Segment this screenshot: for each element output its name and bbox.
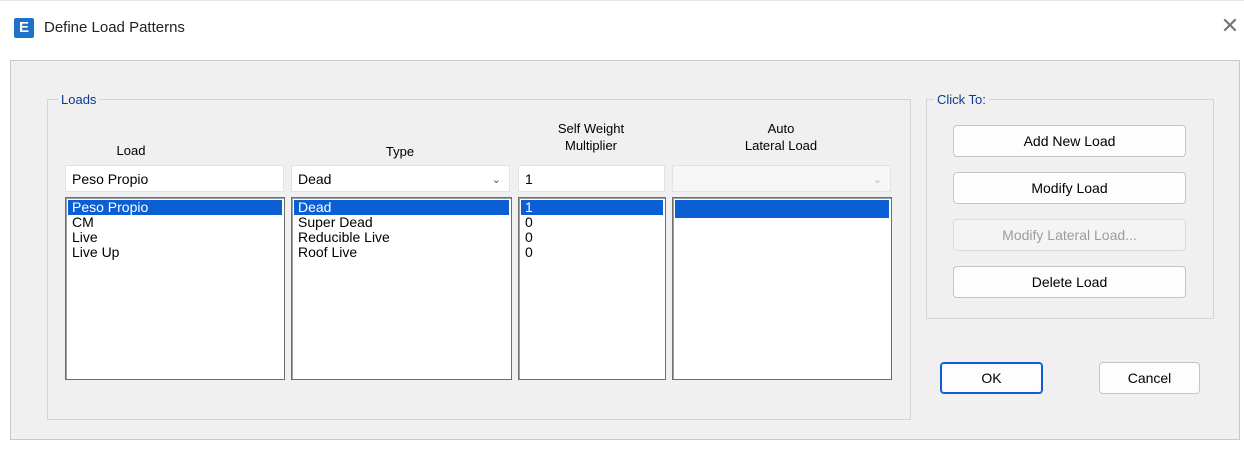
chevron-down-icon[interactable]: ⌄	[873, 172, 882, 188]
list-item[interactable]: Reducible Live	[294, 230, 509, 245]
list-item[interactable]: Live	[68, 230, 282, 245]
column-header-auto-lateral-line1: Auto	[767, 121, 795, 136]
list-item[interactable]: Live Up	[68, 245, 282, 260]
auto-lateral-select[interactable]: ⌄	[672, 165, 891, 192]
load-name-input[interactable]: Peso Propio	[65, 165, 284, 192]
dialog-title: Define Load Patterns	[44, 19, 185, 36]
modify-load-button[interactable]: Modify Load	[953, 172, 1186, 204]
column-header-self-weight-line1: Self Weight	[557, 121, 625, 136]
click-to-group-legend: Click To:	[934, 92, 989, 107]
delete-load-button[interactable]: Delete Load	[953, 266, 1186, 298]
list-item[interactable]: Super Dead	[294, 215, 509, 230]
column-header-self-weight: Self Weight Multiplier	[518, 120, 664, 154]
column-header-type: Type	[385, 144, 415, 159]
type-select[interactable]: Dead ⌄	[291, 165, 510, 192]
list-item[interactable]: 0	[521, 245, 663, 260]
etabs-app-icon: E	[14, 18, 34, 38]
type-listbox[interactable]: Dead Super Dead Reducible Live Roof Live	[291, 197, 512, 380]
list-item[interactable]	[675, 200, 889, 218]
list-item[interactable]: Roof Live	[294, 245, 509, 260]
column-header-auto-lateral-line2: Lateral Load	[744, 138, 818, 153]
list-item[interactable]: 0	[521, 230, 663, 245]
list-item[interactable]: CM	[68, 215, 282, 230]
auto-lateral-listbox[interactable]	[672, 197, 892, 380]
list-item[interactable]: Dead	[294, 200, 509, 215]
modify-lateral-load-button[interactable]: Modify Lateral Load...	[953, 219, 1186, 251]
list-item[interactable]: 0	[521, 215, 663, 230]
load-listbox[interactable]: Peso Propio CM Live Live Up	[65, 197, 285, 380]
type-select-value: Dead	[298, 171, 332, 187]
multiplier-input[interactable]: 1	[518, 165, 665, 192]
cancel-button[interactable]: Cancel	[1099, 362, 1200, 394]
list-item[interactable]: Peso Propio	[68, 200, 282, 215]
loads-group-legend: Loads	[58, 92, 100, 107]
multiplier-listbox[interactable]: 1 0 0 0	[518, 197, 666, 380]
chevron-down-icon[interactable]: ⌄	[492, 172, 501, 188]
column-header-load: Load	[116, 143, 146, 158]
column-header-auto-lateral: Auto Lateral Load	[672, 120, 890, 154]
add-new-load-button[interactable]: Add New Load	[953, 125, 1186, 157]
column-header-self-weight-line2: Multiplier	[564, 138, 617, 153]
ok-button[interactable]: OK	[940, 362, 1043, 394]
close-icon[interactable]: ✕	[1218, 14, 1242, 38]
list-item[interactable]: 1	[521, 200, 663, 215]
